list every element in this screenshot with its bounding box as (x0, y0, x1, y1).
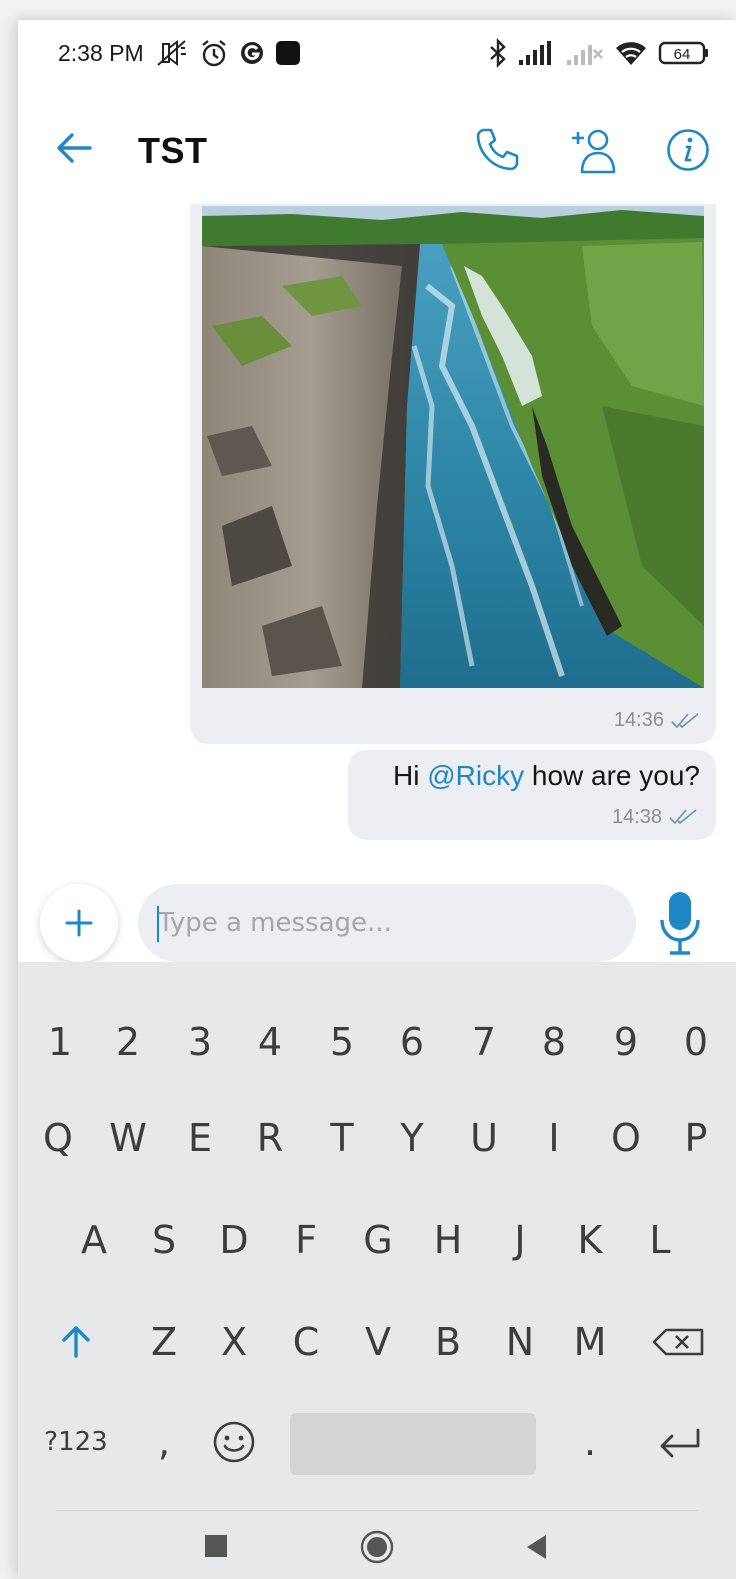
read-receipt-icon (669, 809, 697, 825)
key-1[interactable]: 1 (30, 1012, 90, 1072)
image-message-time: 14:36 (613, 709, 664, 731)
key-9[interactable]: 9 (596, 1012, 656, 1072)
recents-square-icon[interactable] (204, 1534, 228, 1558)
chat-header: TST (18, 92, 736, 204)
key-p[interactable]: P (666, 1108, 726, 1168)
read-receipt-icon (671, 713, 699, 729)
key-j[interactable]: J (490, 1210, 550, 1270)
photo-drawing (202, 206, 704, 688)
microphone-icon[interactable] (658, 890, 702, 956)
status-bar: 2:38 PM 64 (18, 20, 736, 90)
key-i[interactable]: I (524, 1108, 584, 1168)
phone-call-icon[interactable] (474, 126, 520, 172)
key-o[interactable]: O (596, 1108, 656, 1168)
bluetooth-icon (490, 38, 506, 68)
symbols-key[interactable]: ?123 (38, 1412, 114, 1472)
key-a[interactable]: A (64, 1210, 124, 1270)
key-z[interactable]: Z (134, 1312, 194, 1372)
attach-button[interactable] (40, 884, 118, 962)
key-d[interactable]: D (204, 1210, 264, 1270)
message-composer (18, 864, 736, 962)
key-q[interactable]: Q (28, 1108, 88, 1168)
message-list[interactable]: 14:36 Hi @Ricky how are you? 14:38 (18, 204, 736, 864)
key-5[interactable]: 5 (312, 1012, 372, 1072)
key-f[interactable]: F (276, 1210, 336, 1270)
key-3[interactable]: 3 (170, 1012, 230, 1072)
key-x[interactable]: X (204, 1312, 264, 1372)
key-n[interactable]: N (490, 1312, 550, 1372)
chat-title[interactable]: TST (138, 130, 208, 172)
plus-icon (65, 909, 93, 937)
back-triangle-icon[interactable] (526, 1534, 548, 1560)
key-r[interactable]: R (240, 1108, 300, 1168)
text-message-bubble[interactable]: Hi @Ricky how are you? 14:38 (348, 750, 716, 840)
g-icon (241, 42, 263, 64)
period-key[interactable]: . (560, 1412, 620, 1472)
key-7[interactable]: 7 (454, 1012, 514, 1072)
comma-key[interactable]: , (134, 1412, 194, 1472)
back-arrow-icon[interactable] (54, 128, 94, 168)
wifi-icon (616, 42, 646, 65)
mute-vibrate-icon (157, 40, 186, 66)
image-message-bubble[interactable]: 14:36 (190, 204, 716, 744)
key-h[interactable]: H (418, 1210, 478, 1270)
key-c[interactable]: C (276, 1312, 336, 1372)
key-4[interactable]: 4 (240, 1012, 300, 1072)
home-circle-icon[interactable] (360, 1530, 394, 1564)
emoji-icon[interactable] (204, 1412, 264, 1472)
key-e[interactable]: E (170, 1108, 230, 1168)
space-key[interactable] (290, 1413, 536, 1475)
enter-icon[interactable] (650, 1412, 710, 1472)
key-m[interactable]: M (560, 1312, 620, 1372)
message-text: Hi @Ricky how are you? (393, 760, 700, 792)
key-s[interactable]: S (134, 1210, 194, 1270)
battery-icon: 64 (658, 41, 708, 65)
key-t[interactable]: T (312, 1108, 372, 1168)
add-participant-icon[interactable] (570, 126, 618, 174)
info-icon[interactable] (666, 128, 710, 172)
battery-level: 64 (674, 46, 691, 63)
text-cursor (157, 906, 159, 942)
key-l[interactable]: L (630, 1210, 690, 1270)
key-2[interactable]: 2 (98, 1012, 158, 1072)
key-y[interactable]: Y (382, 1108, 442, 1168)
backspace-icon[interactable] (650, 1312, 710, 1372)
nav-divider (56, 1510, 698, 1511)
key-6[interactable]: 6 (382, 1012, 442, 1072)
square-app-icon (276, 41, 300, 65)
message-text-prefix: Hi (393, 760, 428, 791)
text-message-time: 14:38 (611, 806, 662, 828)
key-w[interactable]: W (98, 1108, 158, 1168)
signal-no-service-icon (567, 45, 603, 65)
key-g[interactable]: G (348, 1210, 408, 1270)
river-photo[interactable] (202, 206, 704, 688)
phone-screen: 2:38 PM 64 TST 14:36 Hi @Ricky how are y… (18, 20, 736, 1579)
on-screen-keyboard: 1 2 3 4 5 6 7 8 9 0 Q W E R T Y U I O P … (18, 962, 736, 1579)
message-input[interactable] (138, 884, 636, 962)
message-text-suffix: how are you? (524, 760, 700, 791)
shift-arrow-icon[interactable] (46, 1312, 106, 1372)
key-k[interactable]: K (560, 1210, 620, 1270)
signal-icon (519, 41, 551, 65)
key-b[interactable]: B (418, 1312, 478, 1372)
mention-link[interactable]: @Ricky (427, 760, 524, 791)
key-0[interactable]: 0 (666, 1012, 726, 1072)
alarm-icon (202, 40, 226, 67)
key-u[interactable]: U (454, 1108, 514, 1168)
key-8[interactable]: 8 (524, 1012, 584, 1072)
key-v[interactable]: V (348, 1312, 408, 1372)
status-time: 2:38 PM (58, 40, 144, 66)
